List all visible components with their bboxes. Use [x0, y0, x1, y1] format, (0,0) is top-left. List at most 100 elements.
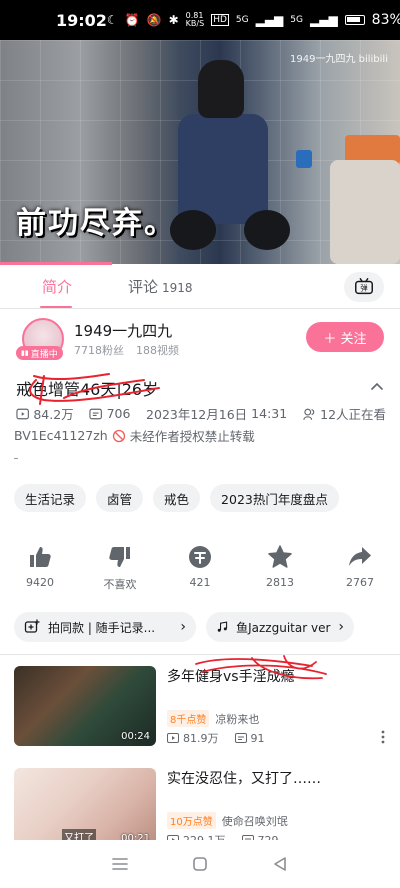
recommended-views: 81.9万: [183, 732, 219, 745]
live-badge[interactable]: ▮▮ 直播中: [16, 346, 63, 360]
extension-row: 拍同款 | 随手记录... › 鱼Jazzguitar ver ›: [14, 612, 394, 642]
network-speed: 0.81 KB/S: [185, 11, 205, 28]
video-frame-object: [296, 150, 312, 168]
view-count: 84.2万: [33, 407, 74, 422]
coin-count: 421: [189, 576, 211, 589]
tag-chip[interactable]: 戒色: [153, 484, 201, 512]
follower-count: 7718粉丝: [74, 344, 124, 357]
danmaku-count: 706: [106, 406, 131, 421]
recommended-author: 使命召唤刘氓: [221, 814, 288, 828]
favorite-button[interactable]: 2813: [240, 544, 320, 592]
signal-5g-1: 5G: [235, 15, 249, 25]
video-title: 戒色增管46天|26岁: [16, 380, 159, 399]
video-frame-object: [330, 160, 400, 264]
tab-comments-label: 评论: [128, 278, 159, 296]
same-style-chip[interactable]: 拍同款 | 随手记录... ›: [14, 612, 196, 642]
tab-intro[interactable]: 简介: [39, 276, 73, 308]
play-count-icon: [167, 733, 179, 743]
tag-chip[interactable]: 2023热门年度盘点: [210, 484, 339, 512]
tag-list: 生活记录 卤管 戒色 2023热门年度盘点: [14, 484, 339, 512]
recommended-title: 多年健身vs手淫成瘾: [167, 669, 295, 685]
tag-chip[interactable]: 生活记录: [14, 484, 87, 512]
favorite-count: 2813: [266, 576, 294, 589]
music-label: 鱼Jazzguitar ver: [236, 620, 331, 635]
share-button[interactable]: 2767: [320, 544, 400, 592]
recommended-thumbnail: 又打了 00:21: [14, 768, 156, 848]
bvid-row: BV1Ec41127zh 未经作者授权禁止转载: [14, 426, 255, 445]
like-count: 9420: [26, 576, 54, 589]
recommended-stats: 81.9万 91: [167, 730, 265, 746]
video-player[interactable]: 1949一九四九 bilibili 前功尽弃。: [0, 40, 400, 264]
video-watermark: 1949一九四九 bilibili: [290, 54, 388, 65]
follow-button[interactable]: ＋ 关注: [306, 322, 384, 352]
recommended-video[interactable]: 00:24 多年健身vs手淫成瘾 8千点赞 凉粉来也 81.9万 91: [14, 666, 386, 748]
like-button[interactable]: 9420: [0, 544, 80, 592]
video-count: 188视频: [136, 344, 179, 357]
back-icon[interactable]: [271, 855, 289, 873]
menu-icon[interactable]: [111, 855, 129, 873]
publish-time: 14:31: [251, 406, 288, 421]
recommended-title: 实在没忍住，又打了……: [167, 771, 321, 787]
recommended-video[interactable]: 又打了 00:21 实在没忍住，又打了…… 10万点赞 使命召唤刘氓 229.1…: [14, 768, 386, 850]
video-frame-person: [170, 60, 290, 260]
danmaku-count-icon: [89, 408, 103, 419]
watching-icon: [303, 408, 315, 420]
uploader-stats: 7718粉丝 188视频: [74, 342, 179, 358]
danmaku-toggle-button[interactable]: 弹: [344, 272, 384, 302]
title-row: 戒色增管46天|26岁: [16, 376, 384, 400]
tab-bar: 简介 评论 1918 弹: [0, 265, 400, 309]
uploader-name[interactable]: 1949一九四九: [74, 320, 172, 341]
watching-count: 12人正在看: [320, 407, 387, 422]
hd-icon: HD: [211, 14, 229, 26]
no-repost-icon: [112, 429, 125, 442]
likes-badge: 10万点赞: [167, 812, 216, 829]
battery-level: 83%: [371, 12, 400, 28]
chevron-right-icon: ›: [180, 619, 186, 635]
dislike-label: 不喜欢: [103, 578, 137, 591]
dislike-button[interactable]: 不喜欢: [80, 544, 160, 592]
description-placeholder: [14, 458, 18, 459]
tag-chip[interactable]: 卤管: [96, 484, 144, 512]
coin-button[interactable]: 421: [160, 544, 240, 592]
video-caption: 前功尽弃。: [16, 206, 176, 241]
svg-text:弹: 弹: [360, 284, 368, 293]
like-icon: [30, 547, 51, 567]
publish-date: 2023年12月16日: [146, 407, 248, 422]
coin-icon: [189, 546, 211, 568]
chevron-right-icon: ›: [338, 619, 344, 635]
recommended-badge-row: 10万点赞 使命召唤刘氓: [167, 812, 288, 829]
status-time: 19:02: [56, 10, 107, 30]
recommended-author: 凉粉来也: [215, 712, 260, 726]
system-nav-bar: [0, 840, 400, 888]
camera-plus-icon: [24, 619, 40, 633]
bvid: BV1Ec41127zh: [14, 428, 108, 443]
share-count: 2767: [346, 576, 374, 589]
home-icon[interactable]: [191, 855, 209, 873]
dislike-icon: [109, 547, 130, 567]
copyright-notice: 未经作者授权禁止转载: [129, 429, 255, 444]
video-duration: 00:24: [121, 731, 150, 742]
moon-icon: ☾: [106, 13, 118, 27]
battery-icon: [344, 15, 365, 25]
likes-badge: 8千点赞: [167, 710, 210, 727]
share-icon: [349, 547, 371, 566]
signal-bars-icon: ▂▄▆: [255, 13, 284, 27]
more-options-icon[interactable]: [380, 730, 386, 744]
tab-comments[interactable]: 评论 1918: [128, 276, 193, 297]
mute-icon: 🔕: [146, 13, 162, 27]
status-icons: ☾ ⏰ 🔕 ✱ 0.81 KB/S HD 5G ▂▄▆ 5G ▂▄▆ 83%: [106, 11, 400, 29]
chevron-up-icon[interactable]: [370, 380, 384, 394]
live-bars-icon: ▮▮: [21, 349, 29, 357]
favorite-icon: [268, 545, 292, 568]
music-chip[interactable]: 鱼Jazzguitar ver ›: [206, 612, 354, 642]
music-note-icon: [217, 621, 228, 632]
signal-bars-icon-2: ▂▄▆: [309, 13, 338, 27]
comments-count: 1918: [162, 281, 193, 295]
alarm-icon: ⏰: [124, 13, 140, 27]
live-badge-label: 直播中: [30, 349, 58, 360]
video-meta-row: 84.2万 706 2023年12月16日 14:31 12人正在看: [16, 404, 386, 423]
action-bar: 9420 不喜欢 421 2813 2767: [0, 544, 400, 592]
signal-5g-2: 5G: [290, 15, 303, 25]
recommended-badge-row: 8千点赞 凉粉来也: [167, 710, 259, 727]
uploader-section: ▮▮ 直播中 1949一九四九 7718粉丝 188视频 ＋ 关注: [16, 318, 384, 366]
